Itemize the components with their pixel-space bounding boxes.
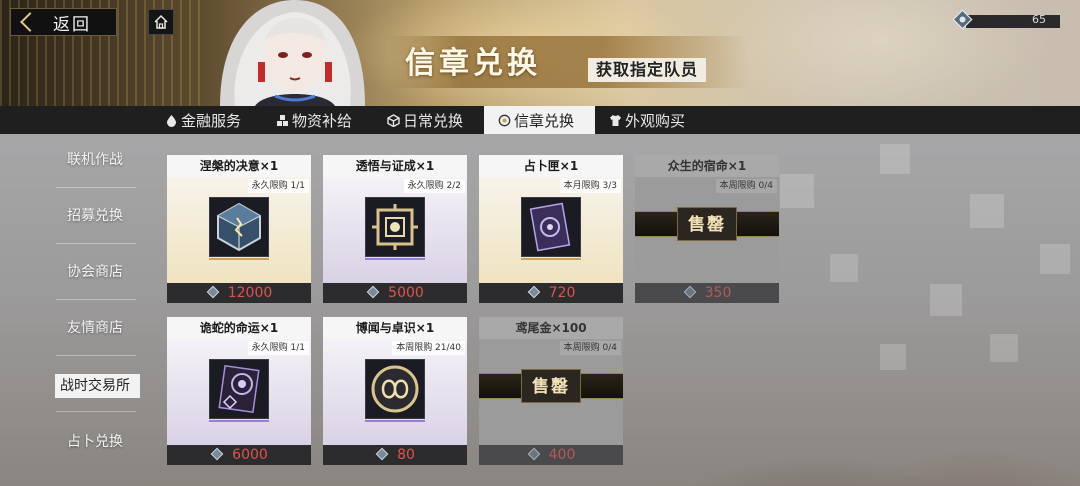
back-label: 返回 [53,14,91,35]
category-tabs: 金融服务 物资补给 日常兑换 信章兑换 外观购买 [0,106,1080,134]
item-price: 720 [548,285,576,301]
tab-label: 日常兑换 [403,111,464,130]
sold-out-label: 售罄 [677,207,737,241]
price-bar: 6000 [167,445,311,465]
ticket-icon [366,284,380,303]
sidebar-item-recruit-exchange[interactable]: 招募兑换 [50,202,140,230]
sidebar-divider [56,299,136,300]
price-bar: 12000 [167,283,311,303]
item-underline [209,420,269,422]
item-title: 鸢尾金×100 [479,317,623,339]
tab-badge-exchange[interactable]: 信章兑换 [484,106,595,134]
ticket-icon [952,9,974,35]
item-title: 众生的宿命×1 [635,155,779,177]
sidebar-divider [56,411,136,412]
tab-label: 物资补给 [292,111,353,130]
currency-value: 65 [1032,13,1046,26]
shirt-icon [610,114,621,126]
item-price: 6000 [232,447,268,463]
item-title: 透悟与证成×1 [323,155,467,177]
supply-boxes-icon [277,114,288,126]
price-bar: 720 [479,283,623,303]
item-underline [209,258,269,260]
price-bar: 80 [323,445,467,465]
ticket-icon [210,446,224,465]
shop-item-card[interactable]: 鸢尾金×100 本周限购 0/4 售罄 400 [479,317,623,465]
tab-finance[interactable]: 金融服务 [165,106,241,134]
sidebar-item-divination-exchange[interactable]: 占卜兑换 [50,428,140,456]
shop-item-card[interactable]: 博闻与卓识×1 本周限购 21/40 80 [323,317,467,465]
home-button[interactable] [148,9,174,35]
page-title: 信章兑换 [405,46,541,81]
purchase-limit: 本周限购 0/4 [715,179,777,193]
sidebar-item-coop-battle[interactable]: 联机作战 [50,146,140,174]
tab-label: 金融服务 [181,111,242,130]
ticket-icon [527,284,541,303]
serpent-card-icon [209,359,269,419]
item-price: 80 [397,447,415,463]
sold-out-label: 售罄 [521,369,581,403]
purchase-limit: 本月限购 3/3 [559,179,621,193]
item-title: 诡蛇的命运×1 [167,317,311,339]
sidebar-divider [56,243,136,244]
ticket-icon [527,446,541,465]
sidebar-item-guild-shop[interactable]: 协会商店 [50,258,140,286]
item-title: 占卜匣×1 [479,155,623,177]
tab-supplies[interactable]: 物资补给 [276,106,352,134]
item-title: 博闻与卓识×1 [323,317,467,339]
ticket-icon [683,284,697,303]
back-button[interactable]: 返回 [10,8,117,36]
divination-box-icon [521,197,581,257]
sidebar-item-wartime-exchange[interactable]: 战时交易所 [50,372,140,400]
ornate-seal-icon [365,197,425,257]
chevron-left-icon [20,12,40,32]
shop-item-card[interactable]: 诡蛇的命运×1 永久限购 1/1 6000 [167,317,311,465]
item-price: 5000 [388,285,424,301]
purchase-limit: 本周限购 0/4 [559,341,621,355]
price-bar: 400 [479,445,623,465]
purchase-limit: 本周限购 21/40 [392,341,465,355]
sidebar-item-friendship-shop[interactable]: 友情商店 [50,314,140,342]
tab-label: 外观购买 [625,111,686,130]
shop-item-card[interactable]: 众生的宿命×1 本周限购 0/4 售罄 350 [635,155,779,303]
badge-icon [498,114,511,126]
price-bar: 5000 [323,283,467,303]
purchase-limit: 永久限购 2/2 [403,179,465,193]
item-price: 400 [548,447,576,463]
purchase-limit: 永久限购 1/1 [247,341,309,355]
sidebar-divider [56,355,136,356]
shop-item-card[interactable]: 涅槃的决意×1 永久限购 1/1 12000 [167,155,311,303]
currency-counter[interactable]: 65 [952,9,1060,30]
banner-subtitle: 获取指定队员 [588,58,707,82]
crystal-die-icon [209,197,269,257]
item-title: 涅槃的决意×1 [167,155,311,177]
tab-label: 信章兑换 [514,111,575,130]
sidebar-divider [56,187,136,188]
item-price: 350 [704,285,732,301]
ticket-icon [206,284,220,303]
shop-item-card[interactable]: 透悟与证成×1 永久限购 2/2 5000 [323,155,467,303]
home-icon [154,14,168,29]
shop-item-card[interactable]: 占卜匣×1 本月限购 3/3 720 [479,155,623,303]
coin-drop-icon [167,114,176,127]
item-underline [521,258,581,260]
cube-icon [387,113,400,127]
item-underline [365,420,425,422]
tab-daily[interactable]: 日常兑换 [387,106,463,134]
knot-medallion-icon [365,359,425,419]
price-bar: 350 [635,283,779,303]
item-price: 12000 [227,285,273,301]
ticket-icon [375,446,389,465]
item-underline [365,258,425,260]
character-portrait [200,0,380,106]
tab-appearance[interactable]: 外观购买 [609,106,685,134]
purchase-limit: 永久限购 1/1 [247,179,309,193]
